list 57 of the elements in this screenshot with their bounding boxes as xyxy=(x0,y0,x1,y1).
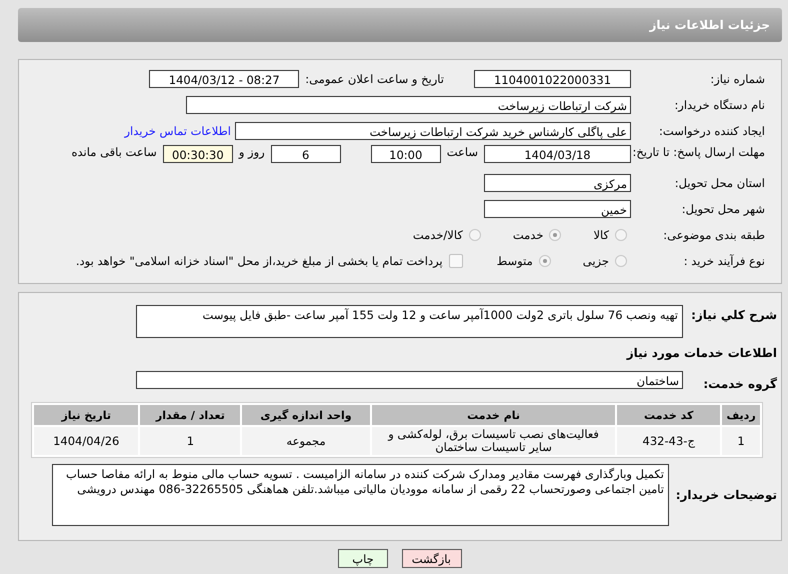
column-header: ردیف xyxy=(722,405,760,425)
service-group-field[interactable]: ساختمان xyxy=(136,371,683,389)
radio-button[interactable] xyxy=(615,255,627,267)
field-label: گروه خدمت: xyxy=(702,376,778,391)
city-field[interactable]: خمین xyxy=(484,200,631,218)
field-label: ساعت باقی مانده xyxy=(72,145,157,159)
field-label: استان محل تحویل: xyxy=(674,176,766,190)
creator-field[interactable]: علی پاگلی کارشناس خرید شرکت ارتباطات زیرساخت xyxy=(235,122,631,140)
remaining-time-field[interactable]: 00:30:30 xyxy=(162,145,233,163)
field-label: ایجاد کننده درخواست: xyxy=(658,124,766,138)
radio-button[interactable] xyxy=(538,255,551,267)
buyer-contact-link[interactable]: اطلاعات تماس خریدار xyxy=(124,124,231,138)
radio-button[interactable] xyxy=(615,229,627,241)
announce-date-field[interactable]: 1404/03/12 - 08:27 xyxy=(149,70,300,88)
field-label: شهر محل تحویل: xyxy=(680,202,766,216)
table-cell: مجموعه xyxy=(242,427,370,455)
page-title: جزئیات اطلاعات نیاز xyxy=(649,18,770,32)
table-cell: ج-43-432 xyxy=(617,427,720,455)
buyer-notes-box[interactable]: تکمیل وبارگذاری فهرست مقادیر ومدارک شرکت کننده در سامانه الزامیست . تسویه حساب مالی منوط به ارائه مفاصا حساب تامین اجتماعی وصورتحساب 22 رقمی از سامانه موودیان مالیاتی میباشد.تلفن هماهنگی 32265505-086 مهندس درویشی xyxy=(52,464,669,526)
table-cell: فعالیت‌های نصب تاسیسات برق، لوله‌کشی و سایر تاسیسات ساختمان xyxy=(372,427,616,455)
print-button[interactable]: چاپ xyxy=(338,549,388,568)
radio-label: جزیی xyxy=(582,254,609,268)
section-heading: اطلاعات خدمات مورد نیاز xyxy=(625,345,778,362)
radio-label: کالا xyxy=(593,228,609,242)
table-cell: 1 xyxy=(140,427,240,455)
field-label: ساعت xyxy=(446,145,478,159)
need-number-field[interactable]: 1104001022000331 xyxy=(474,70,631,88)
field-label: طبقه بندی موضوعی: xyxy=(662,228,766,242)
column-header: نام خدمت xyxy=(372,405,616,425)
province-field[interactable]: مرکزی xyxy=(484,174,631,192)
checkbox-label: پرداخت تمام یا بخشی از مبلغ خرید،از محل "اسناد خزانه اسلامی" خواهد بود. xyxy=(76,254,443,268)
description-box[interactable]: تهیه ونصب 76 سلول باتری 2ولت 1000آمپر ساعت و 12 ولت 155 آمپر ساعت -طبق فایل پیوست xyxy=(136,305,683,338)
back-button[interactable]: بازگشت xyxy=(402,549,462,568)
radio-label: کالا/خدمت xyxy=(412,228,463,242)
radio-button[interactable] xyxy=(549,229,562,241)
field-label: تاریخ و ساعت اعلان عمومی: xyxy=(305,72,444,86)
column-header: کد خدمت xyxy=(617,405,720,425)
field-label: نام دستگاه خریدار: xyxy=(673,98,766,112)
deadline-time-field[interactable]: 10:00 xyxy=(370,145,441,163)
deadline-date-field[interactable]: 1404/03/18 xyxy=(484,145,631,163)
field-label: توضیحات خریدار: xyxy=(674,487,778,502)
days-field[interactable]: 6 xyxy=(270,145,341,163)
table-cell: 1404/04/26 xyxy=(34,427,138,455)
checkbox[interactable] xyxy=(448,254,463,268)
column-header: تاریخ نیاز xyxy=(34,405,138,425)
field-label: روز و xyxy=(238,145,265,159)
radio-button[interactable] xyxy=(468,229,481,241)
field-label: نوع فرآیند خرید : xyxy=(682,254,766,268)
radio-label: متوسط xyxy=(496,254,533,268)
radio-label: خدمت xyxy=(512,228,544,242)
field-label: شرح کلي نياز: xyxy=(690,307,778,322)
field-label: مهلت ارسال پاسخ: تا تاریخ: xyxy=(631,145,766,159)
table-cell: 1 xyxy=(722,427,760,455)
column-header: واحد اندازه گیری xyxy=(242,405,370,425)
column-header: تعداد / مقدار xyxy=(140,405,240,425)
field-label: شماره نیاز: xyxy=(709,72,766,86)
buyer-org-field[interactable]: شرکت ارتباطات زیرساخت xyxy=(186,96,631,114)
